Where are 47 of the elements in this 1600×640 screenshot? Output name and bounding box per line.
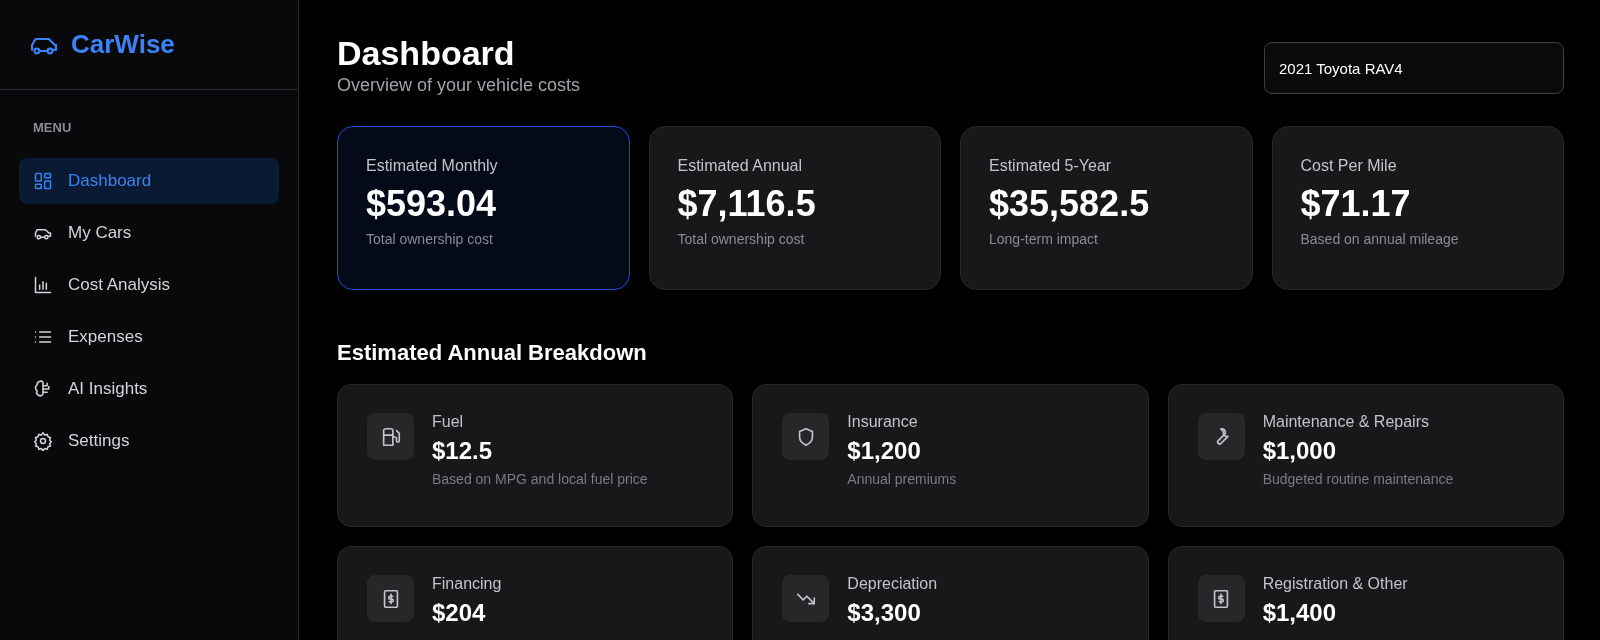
summary-card[interactable]: Estimated 5-Year $35,582.5 Long-term impact [960, 126, 1253, 290]
card-note: Total ownership cost [677, 231, 805, 247]
section-title: Estimated Annual Breakdown [337, 340, 648, 366]
cost-note: Based on MPG and local fuel price [432, 471, 648, 487]
card-note: Based on annual mileage [1300, 231, 1459, 247]
cost-note: Annual premiums [847, 471, 957, 487]
card-label: Estimated 5-Year [989, 157, 1112, 175]
card-label: Cost Per Mile [1300, 157, 1397, 175]
cost-value: $204 [432, 599, 486, 627]
cost-label: Registration & Other [1262, 575, 1408, 593]
summary-card[interactable]: Cost Per Mile $71.17 Based on annual mileage [1271, 126, 1564, 290]
cost-value: $12.5 [432, 437, 493, 465]
brain-icon [33, 379, 53, 399]
cost-value: $3,300 [847, 599, 921, 627]
summary-card[interactable]: Estimated Annual $7,116.5 Total ownership cost [648, 126, 941, 290]
cost-value: $1,000 [1262, 437, 1337, 465]
cost-label: Financing [432, 575, 502, 593]
card-label: Estimated Annual [677, 157, 803, 175]
cost-note: Budgeted routine maintenance [1262, 471, 1454, 487]
cost-label: Depreciation [847, 575, 938, 593]
brand-name[interactable]: CarWise [71, 29, 175, 60]
vehicle-select[interactable]: 2021 Toyota RAV4 [1264, 42, 1564, 94]
nav-item[interactable]: Dashboard [19, 158, 279, 204]
page-title: Dashboard [337, 34, 516, 73]
cost-label: Fuel [432, 413, 464, 431]
cost-label: Maintenance & Repairs [1262, 413, 1429, 431]
nav-item[interactable]: Settings [19, 418, 279, 464]
grid-icon [33, 171, 53, 191]
menu-heading: MENU [32, 119, 72, 135]
nav-item[interactable]: My Cars [19, 210, 279, 256]
settings-icon [33, 431, 53, 451]
bar-chart-icon [33, 275, 53, 295]
card-value: $35,582.5 [989, 183, 1150, 225]
summary-card[interactable]: Estimated Monthly $593.04 Total ownership cost [337, 126, 630, 290]
card-label: Estimated Monthly [366, 157, 498, 175]
cost-value: $1,200 [847, 437, 921, 465]
nav-item[interactable]: AI Insights [19, 366, 279, 412]
nav-item[interactable]: Expenses [19, 314, 279, 360]
card-note: Total ownership cost [366, 231, 493, 247]
card-note: Long-term impact [989, 231, 1098, 247]
cost-value: $1,400 [1262, 599, 1337, 627]
page-subtitle: Overview of your vehicle costs [337, 75, 581, 96]
card-value: $7,116.5 [677, 183, 816, 225]
nav-item[interactable]: Cost Analysis [19, 262, 279, 308]
cost-label: Insurance [847, 413, 918, 431]
card-value: $71.17 [1300, 183, 1411, 225]
card-value: $593.04 [366, 183, 497, 225]
